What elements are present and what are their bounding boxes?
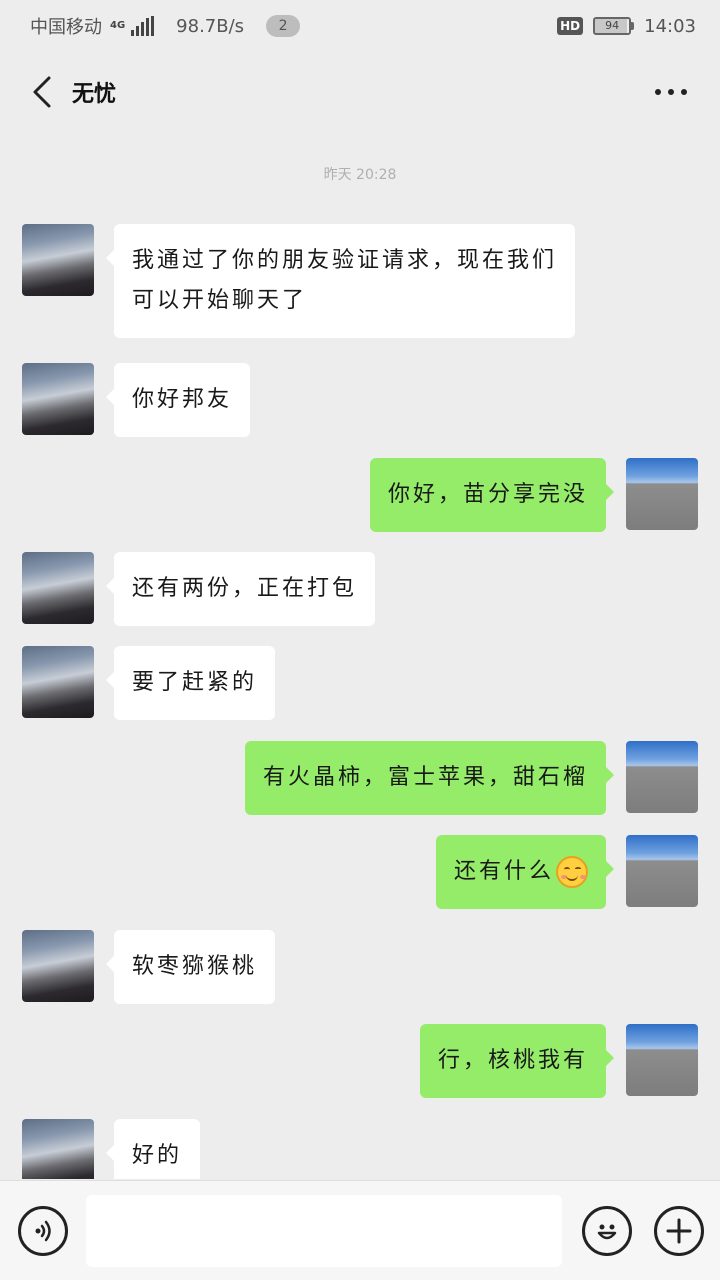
message-bubble[interactable]: 软枣猕猴桃 [105, 930, 276, 1004]
contact-avatar[interactable] [22, 646, 94, 718]
plus-icon [666, 1218, 692, 1243]
more-dots-icon [655, 89, 687, 95]
notification-badge: 2 [266, 15, 301, 37]
message-text: 还有什么 [453, 859, 554, 884]
contact-avatar[interactable] [22, 363, 94, 435]
contact-avatar[interactable] [22, 552, 94, 624]
emoji-button[interactable] [582, 1205, 632, 1256]
message-bubble[interactable]: 行，核桃我有 [419, 1024, 615, 1098]
chat-header: 无忧 [0, 52, 720, 132]
self-avatar[interactable] [626, 835, 698, 907]
voice-button[interactable] [18, 1205, 68, 1256]
battery-level: 94 [593, 17, 632, 35]
chevron-left-icon [33, 76, 51, 108]
voice-icon [35, 1220, 51, 1241]
input-bar [0, 1180, 720, 1280]
message-bubble[interactable]: 你好，苗分享完没 [369, 458, 615, 532]
message-bubble[interactable]: 还有两份，正在打包 [105, 552, 376, 626]
contact-avatar[interactable] [22, 224, 94, 296]
smiling-face-icon [556, 856, 588, 888]
emoji-icon [597, 1224, 617, 1239]
contact-avatar[interactable] [22, 1119, 94, 1179]
network-speed: 98.7B/s [176, 15, 245, 37]
signal-icon [131, 16, 155, 36]
self-avatar[interactable] [626, 1024, 698, 1096]
battery-icon: 94 [593, 17, 635, 35]
plus-button[interactable] [654, 1205, 704, 1256]
message-list[interactable]: 我通过了你的朋友验证请求，现在我们 可以开始聊天了 你好邦友 你好，苗分享完没 … [0, 132, 720, 1179]
hd-icon: HD [557, 17, 584, 35]
chat-title: 无忧 [72, 82, 117, 107]
back-button[interactable] [12, 62, 72, 122]
self-avatar[interactable] [626, 458, 698, 530]
message-bubble[interactable]: 好的 [105, 1119, 201, 1179]
message-bubble[interactable]: 还有什么 [435, 835, 615, 909]
clock: 14:03 [644, 15, 696, 37]
message-bubble[interactable]: 你好邦友 [105, 363, 251, 437]
more-button[interactable] [646, 67, 696, 117]
message-bubble[interactable]: 有火晶柿，富士苹果，甜石榴 [244, 741, 615, 815]
message-bubble[interactable]: 我通过了你的朋友验证请求，现在我们 可以开始聊天了 [105, 224, 576, 338]
carrier-label: 中国移动 [30, 17, 102, 38]
network-type: 4G [110, 20, 126, 31]
message-input[interactable] [86, 1194, 562, 1267]
message-bubble[interactable]: 要了赶紧的 [105, 646, 276, 720]
contact-avatar[interactable] [22, 930, 94, 1002]
self-avatar[interactable] [626, 741, 698, 813]
status-bar: 中国移动 4G 98.7B/s 2 HD 94 14:03 [0, 0, 720, 52]
